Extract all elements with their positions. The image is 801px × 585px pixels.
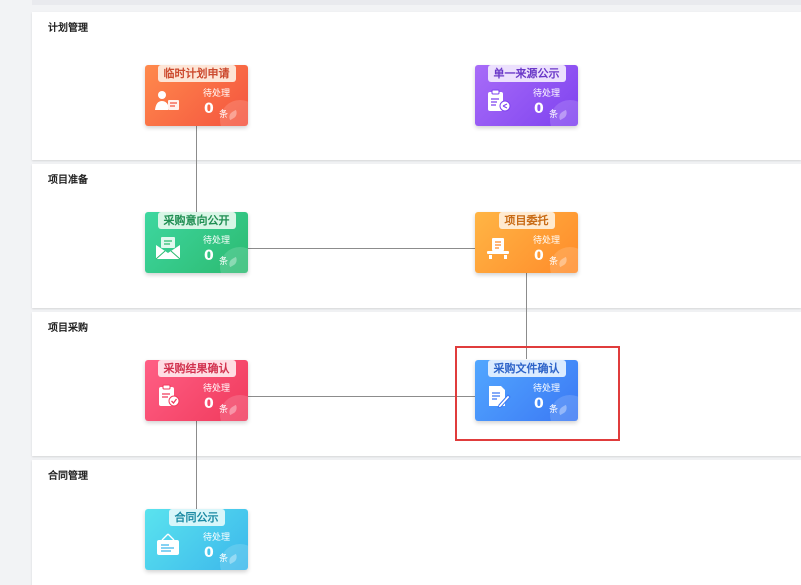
envelope-icon bbox=[155, 237, 181, 260]
card-title: 采购结果确认 bbox=[157, 360, 236, 377]
top-border bbox=[0, 0, 801, 5]
pending-label: 待处理 bbox=[203, 236, 231, 246]
connector-line bbox=[196, 421, 197, 509]
pending-count: 0 bbox=[534, 248, 544, 264]
pending-count: 0 bbox=[204, 545, 214, 561]
pending-count: 0 bbox=[204, 101, 214, 117]
highlight-box bbox=[455, 346, 620, 441]
person-document-icon bbox=[155, 91, 179, 110]
pending-label: 待处理 bbox=[533, 89, 561, 99]
connector-line bbox=[196, 126, 197, 212]
pending-count: 0 bbox=[534, 101, 544, 117]
card-title: 采购意向公开 bbox=[157, 212, 236, 229]
card-procurement-result-confirmation[interactable]: 采购结果确认 待处理 0 条 bbox=[145, 360, 248, 421]
left-margin bbox=[0, 0, 32, 585]
card-contract-notice[interactable]: 合同公示 待处理 0 条 bbox=[145, 509, 248, 570]
connector-line bbox=[247, 248, 475, 249]
clipboard-check-icon bbox=[159, 384, 180, 407]
card-title: 单一来源公示 bbox=[487, 65, 566, 82]
card-procurement-intention-disclosure[interactable]: 采购意向公开 待处理 0 条 bbox=[145, 212, 248, 273]
pending-count: 0 bbox=[204, 248, 214, 264]
section-title: 项目采购 bbox=[48, 323, 88, 334]
pending-count: 0 bbox=[204, 396, 214, 412]
notice-board-icon bbox=[157, 533, 179, 555]
card-temporary-plan-application[interactable]: 临时计划申请 待处理 0 条 bbox=[145, 65, 248, 126]
pending-label: 待处理 bbox=[203, 533, 231, 543]
card-single-source-notice[interactable]: 单一来源公示 待处理 0 条 bbox=[475, 65, 578, 126]
section-title: 合同管理 bbox=[48, 471, 88, 482]
card-project-entrustment[interactable]: 项目委托 待处理 0 条 bbox=[475, 212, 578, 273]
pending-label: 待处理 bbox=[533, 236, 561, 246]
clipboard-share-icon bbox=[488, 89, 511, 112]
section-title: 计划管理 bbox=[48, 23, 88, 34]
section-title: 项目准备 bbox=[48, 175, 88, 186]
connector-line bbox=[247, 396, 475, 397]
card-title: 项目委托 bbox=[498, 212, 555, 229]
card-title: 临时计划申请 bbox=[157, 65, 236, 82]
card-title: 合同公示 bbox=[168, 509, 225, 526]
pending-label: 待处理 bbox=[203, 384, 231, 394]
pending-label: 待处理 bbox=[203, 89, 231, 99]
register-desk-icon bbox=[487, 238, 509, 259]
